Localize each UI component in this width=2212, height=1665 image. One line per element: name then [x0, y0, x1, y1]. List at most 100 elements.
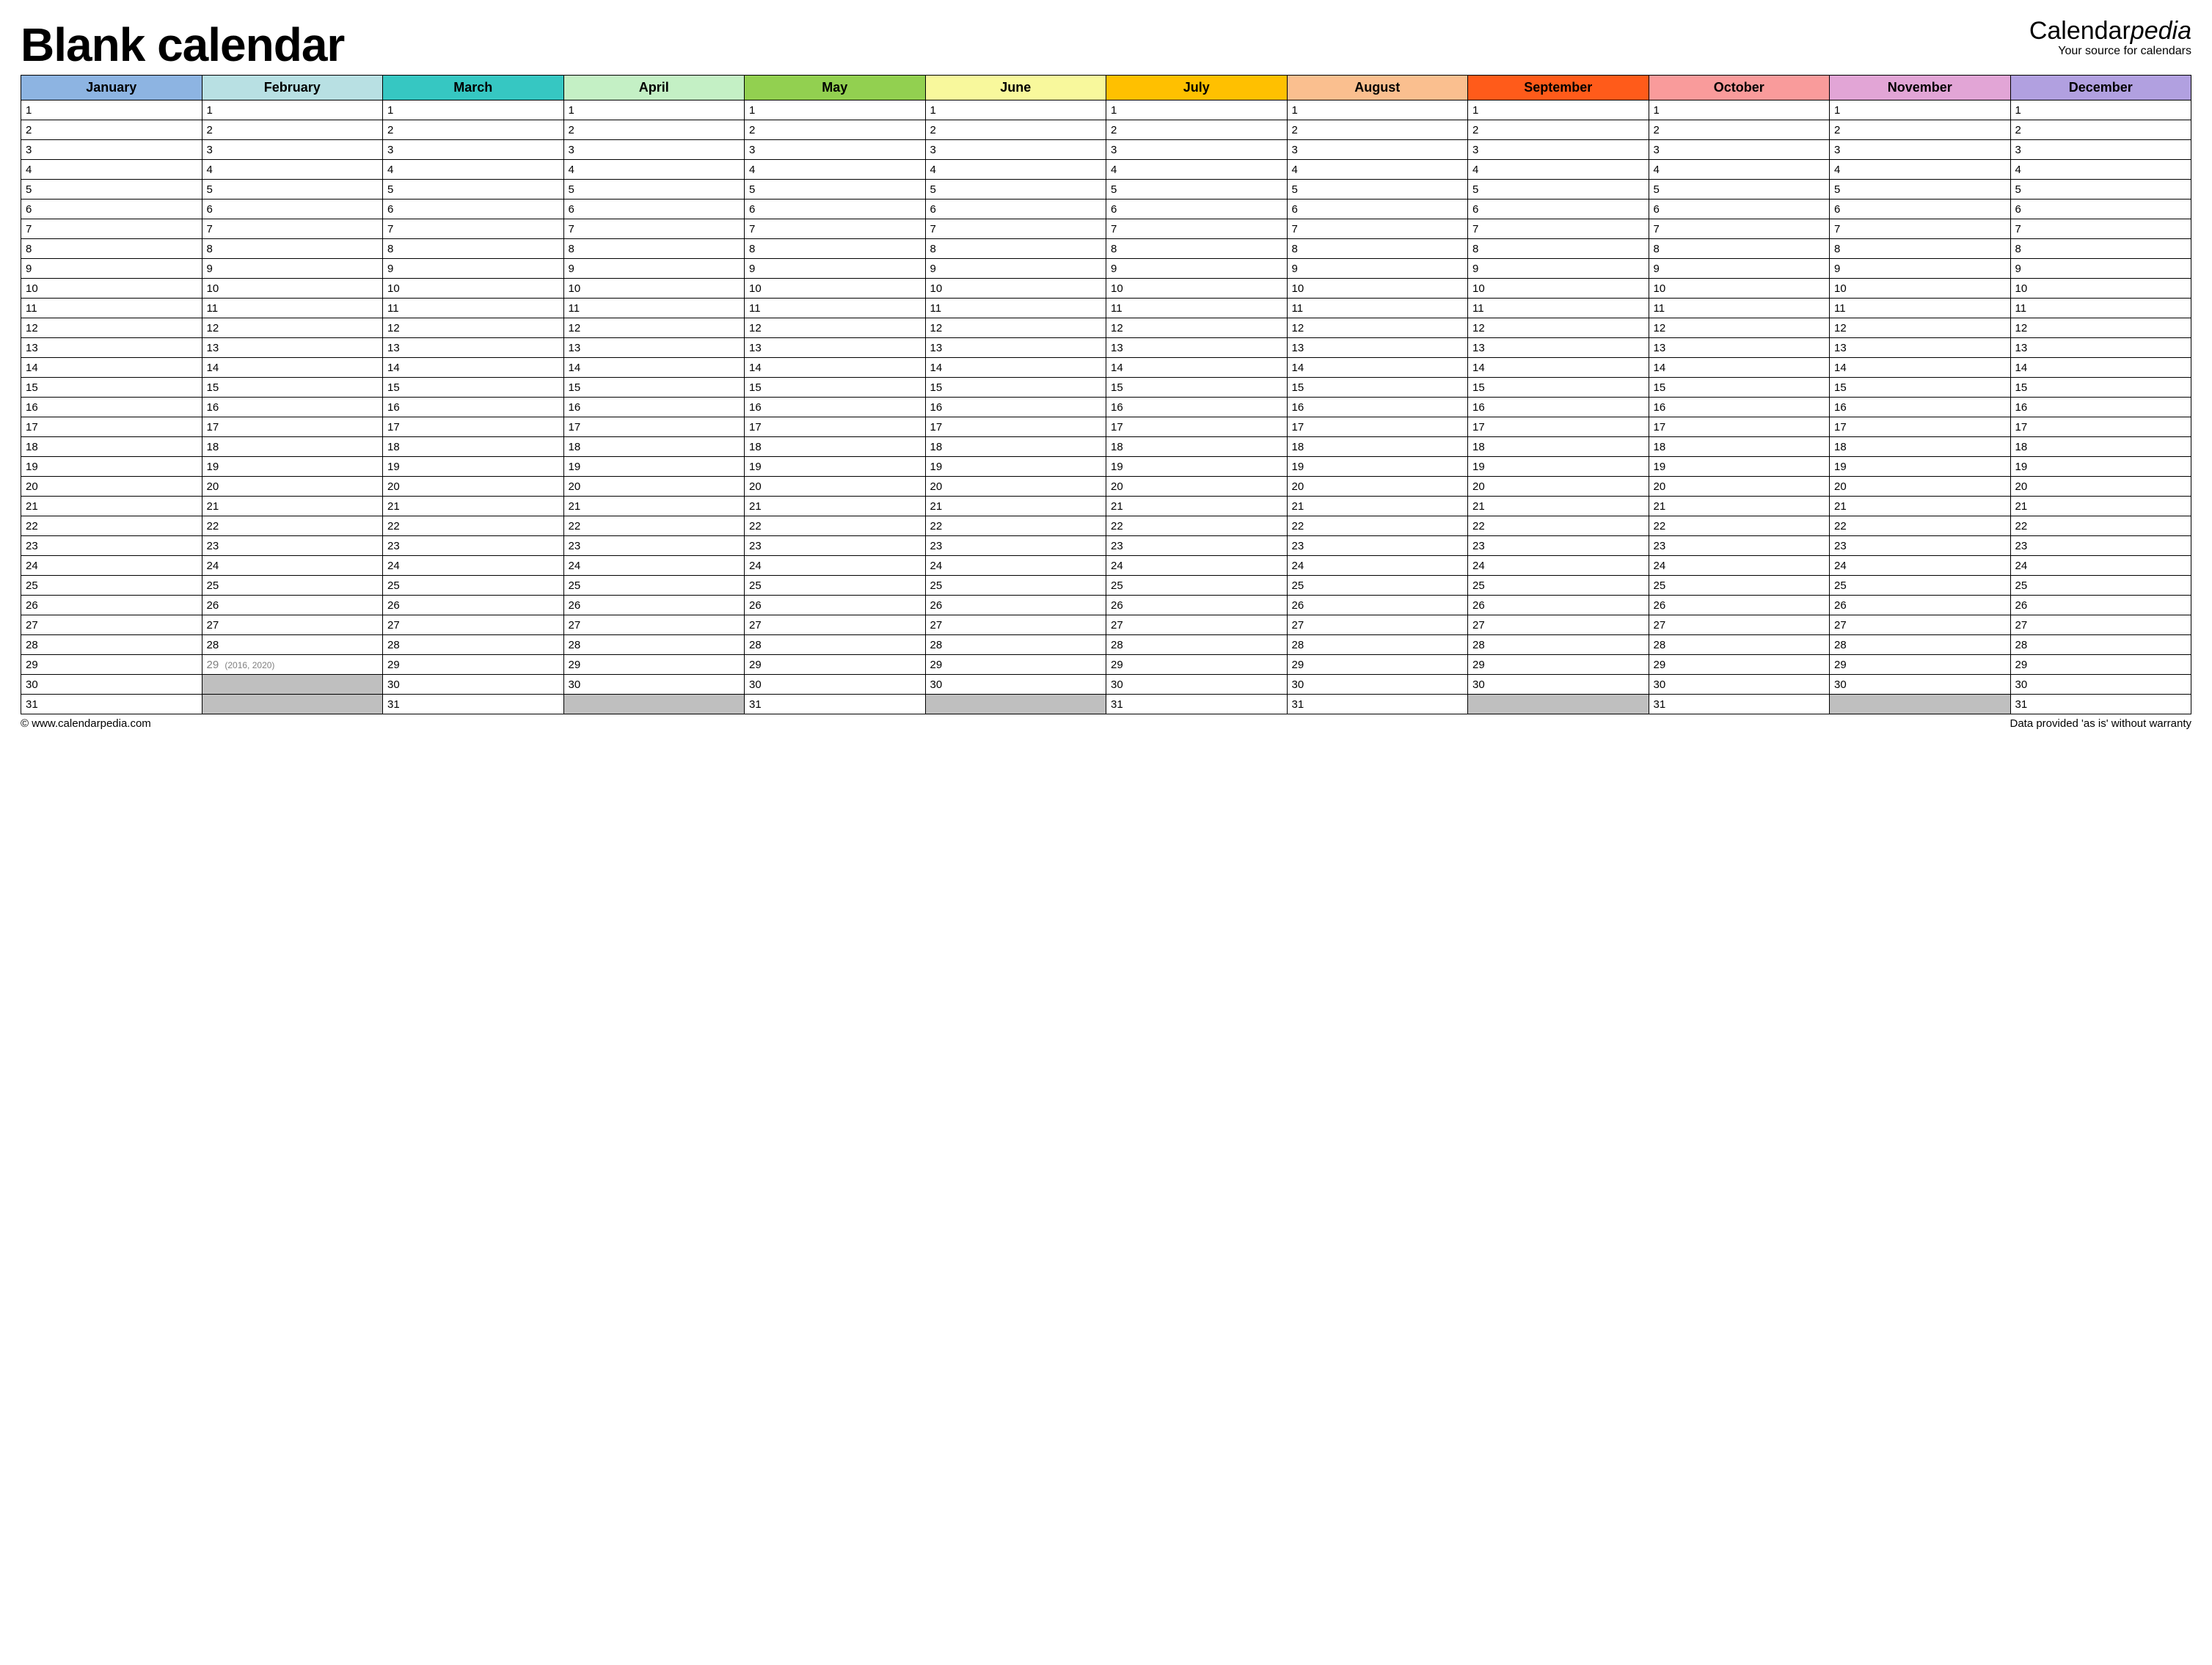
- day-cell: 14: [202, 358, 383, 378]
- day-cell: 21: [383, 497, 564, 516]
- day-row: 31313131313131: [21, 695, 2191, 714]
- day-cell: 14: [925, 358, 1106, 378]
- day-cell: 17: [1106, 417, 1288, 437]
- calendar-table: JanuaryFebruaryMarchAprilMayJuneJulyAugu…: [21, 75, 2191, 714]
- day-cell: 20: [1468, 477, 1649, 497]
- day-cell: 10: [2010, 279, 2191, 299]
- day-cell: 3: [1830, 140, 2011, 160]
- day-cell: 6: [202, 200, 383, 219]
- day-cell: 28: [2010, 635, 2191, 655]
- day-row: 888888888888: [21, 239, 2191, 259]
- day-cell: 19: [925, 457, 1106, 477]
- day-cell: 18: [925, 437, 1106, 457]
- day-cell: 20: [1287, 477, 1468, 497]
- day-cell: 9: [563, 259, 745, 279]
- day-cell: 19: [745, 457, 926, 477]
- day-cell: 24: [383, 556, 564, 576]
- day-cell: 27: [202, 615, 383, 635]
- month-header: May: [745, 76, 926, 100]
- day-cell: 14: [745, 358, 926, 378]
- day-row: 222222222222222222222222: [21, 516, 2191, 536]
- day-cell: 14: [383, 358, 564, 378]
- day-cell: 15: [563, 378, 745, 398]
- day-cell: 17: [1830, 417, 2011, 437]
- day-cell: 11: [1830, 299, 2011, 318]
- day-row: 171717171717171717171717: [21, 417, 2191, 437]
- day-cell: 10: [745, 279, 926, 299]
- day-cell: 7: [1106, 219, 1288, 239]
- day-cell: 16: [1649, 398, 1830, 417]
- day-cell: 13: [202, 338, 383, 358]
- day-cell: 5: [563, 180, 745, 200]
- day-row: 282828282828282828282828: [21, 635, 2191, 655]
- day-cell: 21: [1649, 497, 1830, 516]
- day-cell: 14: [1830, 358, 2011, 378]
- day-cell: 3: [1106, 140, 1288, 160]
- day-cell: 12: [1106, 318, 1288, 338]
- day-cell: 23: [2010, 536, 2191, 556]
- day-cell: 26: [202, 596, 383, 615]
- day-cell: 6: [925, 200, 1106, 219]
- day-cell: 30: [1468, 675, 1649, 695]
- day-cell: 15: [2010, 378, 2191, 398]
- day-cell: 13: [745, 338, 926, 358]
- day-cell: 31: [21, 695, 202, 714]
- day-cell: 8: [21, 239, 202, 259]
- day-cell: 8: [1287, 239, 1468, 259]
- day-cell: 20: [383, 477, 564, 497]
- day-cell: 18: [1287, 437, 1468, 457]
- day-cell: 21: [2010, 497, 2191, 516]
- day-cell: 28: [1830, 635, 2011, 655]
- day-cell: 14: [21, 358, 202, 378]
- day-cell: 1: [563, 100, 745, 120]
- day-cell: 27: [21, 615, 202, 635]
- day-cell: 2: [202, 120, 383, 140]
- day-cell: 23: [1106, 536, 1288, 556]
- day-cell: 30: [1106, 675, 1288, 695]
- day-cell: 21: [202, 497, 383, 516]
- day-cell: 18: [1468, 437, 1649, 457]
- day-cell: 8: [1830, 239, 2011, 259]
- day-cell: 23: [1830, 536, 2011, 556]
- day-cell: 6: [1649, 200, 1830, 219]
- day-cell: 29: [1287, 655, 1468, 675]
- day-cell: 6: [745, 200, 926, 219]
- day-cell: 27: [1830, 615, 2011, 635]
- day-cell: 29: [1830, 655, 2011, 675]
- day-cell: 27: [745, 615, 926, 635]
- day-cell: 15: [1106, 378, 1288, 398]
- day-cell: 1: [1649, 100, 1830, 120]
- day-cell: 2: [1830, 120, 2011, 140]
- day-cell: 30: [383, 675, 564, 695]
- day-cell: 30: [745, 675, 926, 695]
- day-cell: 24: [563, 556, 745, 576]
- day-cell: 30: [1830, 675, 2011, 695]
- day-cell: 23: [563, 536, 745, 556]
- day-cell: 9: [1468, 259, 1649, 279]
- day-cell: 6: [563, 200, 745, 219]
- day-cell: 5: [925, 180, 1106, 200]
- day-cell: 22: [745, 516, 926, 536]
- day-cell: 31: [1106, 695, 1288, 714]
- day-cell: 21: [21, 497, 202, 516]
- day-cell: 28: [1468, 635, 1649, 655]
- day-cell: 16: [925, 398, 1106, 417]
- day-cell: 10: [1830, 279, 2011, 299]
- day-cell: 3: [925, 140, 1106, 160]
- day-cell: 6: [1287, 200, 1468, 219]
- day-cell: 17: [202, 417, 383, 437]
- day-cell: 2: [1649, 120, 1830, 140]
- day-cell: 19: [2010, 457, 2191, 477]
- day-cell: 3: [1649, 140, 1830, 160]
- day-cell: 1: [1106, 100, 1288, 120]
- day-cell: 11: [383, 299, 564, 318]
- day-cell: 1: [2010, 100, 2191, 120]
- day-cell: 22: [1830, 516, 2011, 536]
- day-cell: 7: [1830, 219, 2011, 239]
- day-cell: 31: [1287, 695, 1468, 714]
- day-row: 444444444444: [21, 160, 2191, 180]
- day-cell: [202, 675, 383, 695]
- day-cell: 12: [1287, 318, 1468, 338]
- day-cell: 31: [2010, 695, 2191, 714]
- day-cell: 6: [1468, 200, 1649, 219]
